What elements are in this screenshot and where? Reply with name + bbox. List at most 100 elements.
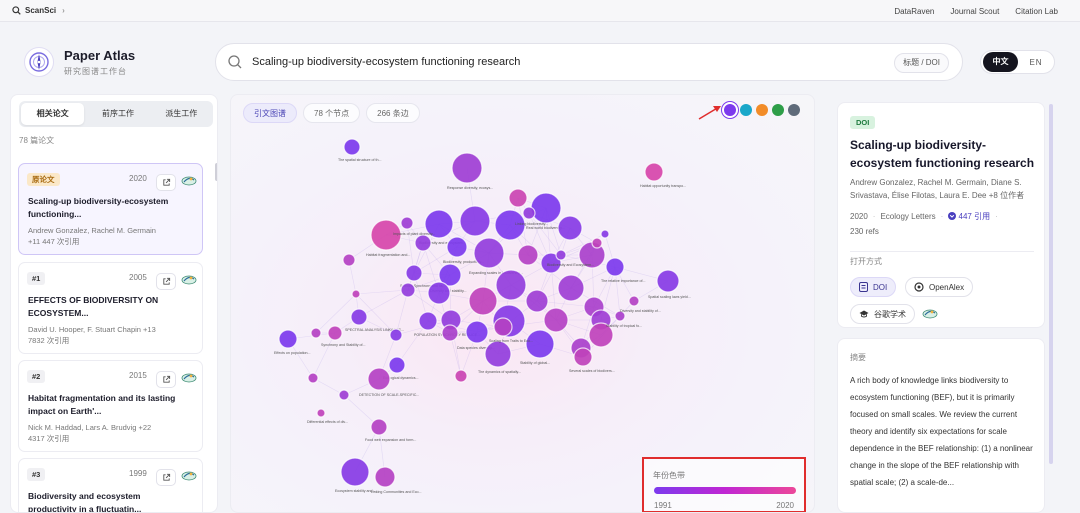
scrollbar[interactable] <box>1049 104 1053 464</box>
swatch-teal[interactable] <box>740 104 752 116</box>
graph-node[interactable] <box>316 408 326 418</box>
graph-node[interactable] <box>441 324 459 342</box>
language-toggle[interactable]: 中文 EN <box>980 50 1055 74</box>
open-access-icon[interactable] <box>181 173 197 189</box>
graph-node[interactable] <box>367 367 391 391</box>
graph-node[interactable] <box>340 457 370 487</box>
graph-node[interactable] <box>343 138 361 156</box>
graph-node[interactable] <box>350 308 368 326</box>
graph-node[interactable] <box>459 205 491 237</box>
open-doi-button[interactable]: DOI <box>850 277 897 297</box>
graph-node[interactable] <box>414 234 432 252</box>
graph-node[interactable] <box>508 188 528 208</box>
tab-related[interactable]: 相关论文 <box>21 103 85 125</box>
graph-node[interactable] <box>310 327 322 339</box>
tab-derivative[interactable]: 派生工作 <box>150 101 213 127</box>
app-logo[interactable]: Paper Atlas 研究图谱工作台 <box>24 47 135 77</box>
paper-title[interactable]: Biodiversity and ecosystem productivity … <box>28 490 190 512</box>
edge-count: 266 条边 <box>366 103 420 123</box>
graph-node[interactable] <box>522 206 536 220</box>
graph-node-label: Effects on population... <box>274 351 311 355</box>
graph-node[interactable] <box>525 329 555 359</box>
search-input[interactable]: Scaling‐up biodiversity‐ecosystem functi… <box>252 56 520 68</box>
graph-node[interactable] <box>451 152 483 184</box>
graph-node[interactable] <box>573 347 593 367</box>
graph-node[interactable] <box>388 356 406 374</box>
graph-node[interactable] <box>473 237 505 269</box>
graph-node[interactable] <box>454 369 468 383</box>
open-openalex-button[interactable]: OpenAlex <box>905 277 974 297</box>
graph-canvas[interactable]: The spatial structure of th... Response d… <box>231 95 815 513</box>
graph-node[interactable] <box>389 328 403 342</box>
graph-node[interactable] <box>405 264 423 282</box>
graph-node[interactable] <box>600 229 610 239</box>
graph-node[interactable] <box>605 257 625 277</box>
list-item[interactable]: #1 2005 EFFECTS OF BIODIVERSITY ON ECOSY… <box>18 262 203 354</box>
lang-en[interactable]: EN <box>1018 58 1054 67</box>
graph-node[interactable] <box>400 282 416 298</box>
external-link-icon[interactable] <box>156 174 176 191</box>
open-google-scholar-button[interactable]: 谷歌学术 <box>850 304 915 324</box>
paper-title[interactable]: Habitat fragmentation and its lasting im… <box>28 392 190 418</box>
divider <box>850 251 1034 252</box>
graph-node[interactable] <box>307 372 319 384</box>
atlas-logo-icon <box>24 47 54 77</box>
open-access-icon[interactable] <box>922 306 938 322</box>
color-scheme-picker[interactable] <box>724 104 800 116</box>
graph-node[interactable] <box>495 269 527 301</box>
graph-node[interactable] <box>591 237 603 249</box>
graph-node[interactable] <box>418 311 438 331</box>
graph-node[interactable] <box>628 295 640 307</box>
graph-node[interactable] <box>557 274 585 302</box>
graph-node[interactable] <box>374 466 396 488</box>
graph-node[interactable] <box>342 253 356 267</box>
graph-node[interactable] <box>446 236 468 258</box>
swatch-orange[interactable] <box>756 104 768 116</box>
swatch-slate[interactable] <box>788 104 800 116</box>
graph-node[interactable] <box>530 192 562 224</box>
graph-node[interactable] <box>327 325 343 341</box>
list-item[interactable]: 原论文 2020 Scaling‐up biodiversity‐ecosyst… <box>18 163 203 255</box>
scrollbar[interactable] <box>215 163 217 181</box>
citation-graph[interactable]: The spatial structure of th... Response d… <box>230 94 815 513</box>
tab-citation-graph[interactable]: 引文图谱 <box>243 103 297 123</box>
brand[interactable]: ScanSci › <box>12 6 65 15</box>
graph-node[interactable] <box>644 162 664 182</box>
search-mode-tag[interactable]: 标题 / DOI <box>894 53 949 73</box>
graph-node[interactable] <box>370 418 388 436</box>
tab-prior[interactable]: 前序工作 <box>86 101 149 127</box>
graph-node[interactable] <box>465 320 489 344</box>
graph-node[interactable] <box>351 289 361 299</box>
graph-node-label: Ecosystem stability and... <box>335 489 376 493</box>
paper-title[interactable]: EFFECTS OF BIODIVERSITY ON ECOSYSTEM... <box>28 294 190 320</box>
open-access-icon[interactable] <box>181 272 197 288</box>
open-access-icon[interactable] <box>181 468 197 484</box>
graph-node[interactable] <box>656 269 680 293</box>
paper-title[interactable]: Scaling‐up biodiversity‐ecosystem functi… <box>28 195 190 221</box>
graph-node[interactable] <box>468 286 498 316</box>
external-link-icon[interactable] <box>156 469 176 486</box>
list-item[interactable]: #2 2015 Habitat fragmentation and its la… <box>18 360 203 452</box>
graph-node[interactable] <box>555 249 567 261</box>
lang-zh[interactable]: 中文 <box>983 52 1018 72</box>
graph-node[interactable] <box>557 215 583 241</box>
graph-node[interactable] <box>427 281 451 305</box>
external-link-icon[interactable] <box>156 371 176 388</box>
link-journal-scout[interactable]: Journal Scout <box>950 7 999 16</box>
graph-node[interactable] <box>525 289 549 313</box>
list-item[interactable]: #3 1999 Biodiversity and ecosystem produ… <box>18 458 203 512</box>
graph-node[interactable] <box>400 216 414 230</box>
graph-node[interactable] <box>278 329 298 349</box>
graph-node[interactable] <box>493 317 513 337</box>
link-dataraven[interactable]: DataRaven <box>894 7 934 16</box>
graph-node[interactable] <box>517 244 539 266</box>
graph-node[interactable] <box>543 307 569 333</box>
external-link-icon[interactable] <box>156 273 176 290</box>
swatch-purple[interactable] <box>724 104 736 116</box>
search-bar[interactable]: Scaling‐up biodiversity‐ecosystem functi… <box>215 43 963 81</box>
link-citation-lab[interactable]: Citation Lab <box>1015 7 1058 16</box>
graph-node[interactable] <box>338 389 350 401</box>
swatch-green[interactable] <box>772 104 784 116</box>
graph-node[interactable] <box>484 340 512 368</box>
open-access-icon[interactable] <box>181 370 197 386</box>
